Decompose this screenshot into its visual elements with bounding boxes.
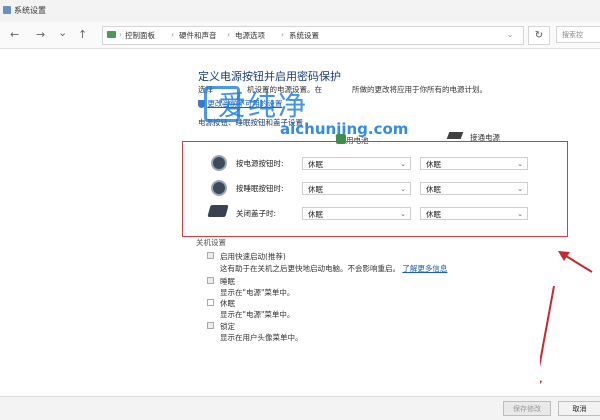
chevron-down-icon: ⌄	[517, 210, 523, 218]
sleep-button-plugged-select[interactable]: 休眠 ⌄	[420, 182, 528, 195]
title-bar: 系统设置	[0, 0, 600, 22]
breadcrumb-item-0[interactable]: 控制面板	[125, 30, 155, 41]
select-value: 休眠	[426, 185, 441, 194]
power-button-battery-select[interactable]: 休眠 ⌄	[302, 157, 411, 170]
arrow-to-save	[540, 285, 555, 385]
address-bar[interactable]: › 控制面板 › 硬件和声音 › 电源选项 › 系统设置 ⌄	[102, 26, 524, 45]
breadcrumb-item-2[interactable]: 电源选项	[235, 30, 265, 41]
plug-icon	[446, 132, 464, 139]
chevron-icon: ›	[171, 30, 174, 39]
sleep-button-battery-select[interactable]: 休眠 ⌄	[302, 182, 411, 195]
breadcrumb-item-3[interactable]: 系统设置	[289, 30, 319, 41]
sleep-button-icon	[211, 180, 227, 196]
page-title: 定义电源按钮并启用密码保护	[198, 70, 341, 83]
breadcrumb-item-1[interactable]: 硬件和声音	[179, 30, 217, 41]
select-value: 休眠	[308, 160, 323, 169]
chevron-icon: ›	[119, 30, 122, 39]
row-label-sleep: 按睡眠按钮时:	[236, 184, 284, 193]
fast-startup-label: 启用快速启动(推荐)	[220, 252, 286, 261]
select-value: 休眠	[308, 185, 323, 194]
chevron-down-icon: ⌄	[517, 160, 523, 168]
dropdown-chevron-icon[interactable]: ⌄	[507, 30, 513, 39]
refresh-button[interactable]: ↻	[528, 26, 550, 45]
lock-description: 显示在用户头像菜单中。	[220, 333, 303, 342]
sleep-label: 睡眠	[220, 277, 235, 286]
intro-text-right: 所做的更改将应用于你所有的电源计划。	[352, 85, 487, 94]
chevron-icon: ›	[227, 30, 230, 39]
sleep-checkbox[interactable]	[207, 277, 214, 284]
navigation-bar: ← → ⌄ ↑ › 控制面板 › 硬件和声音 › 电源选项 › 系统设置 ⌄ ↻…	[0, 22, 600, 49]
learn-more-link[interactable]: 了解更多信息	[402, 264, 447, 273]
select-value: 休眠	[426, 210, 441, 219]
forward-icon[interactable]: →	[36, 28, 45, 41]
save-changes-button[interactable]: 保存修改	[503, 401, 551, 416]
arrow-to-box	[558, 251, 593, 273]
shutdown-settings-title: 关机设置	[196, 238, 226, 247]
recent-locations-icon[interactable]: ⌄	[58, 26, 67, 39]
fast-startup-desc-text: 这有助于在关机之后更快地启动电脑。不会影响重启。	[220, 264, 400, 273]
chevron-down-icon: ⌄	[400, 160, 406, 168]
fast-startup-description: 这有助于在关机之后更快地启动电脑。不会影响重启。 了解更多信息	[220, 263, 447, 274]
window-icon	[3, 6, 11, 14]
hibernate-label: 休眠	[220, 299, 235, 308]
lid-close-plugged-select[interactable]: 休眠 ⌄	[420, 207, 528, 220]
power-button-icon	[211, 155, 227, 171]
select-value: 休眠	[426, 160, 441, 169]
watermark-text: 爱纯净	[218, 89, 309, 122]
window-title: 系统设置	[14, 6, 46, 15]
lock-checkbox[interactable]	[207, 322, 214, 329]
chevron-down-icon: ⌄	[400, 185, 406, 193]
row-label-lid: 关闭盖子时:	[236, 209, 277, 218]
chevron-down-icon: ⌄	[400, 210, 406, 218]
fast-startup-checkbox[interactable]	[207, 252, 214, 259]
up-icon[interactable]: ↑	[78, 28, 87, 41]
hibernate-checkbox[interactable]	[207, 299, 214, 306]
laptop-lid-icon	[207, 205, 229, 217]
lock-label: 锁定	[220, 322, 235, 331]
lid-close-battery-select[interactable]: 休眠 ⌄	[302, 207, 411, 220]
back-icon[interactable]: ←	[10, 28, 19, 41]
select-value: 休眠	[308, 210, 323, 219]
search-input[interactable]: 搜索控	[556, 26, 600, 43]
chevron-down-icon: ⌄	[517, 185, 523, 193]
cancel-button[interactable]: 取消	[558, 401, 600, 416]
annotation-arrows	[540, 251, 593, 385]
chevron-icon: ›	[281, 30, 284, 39]
hibernate-description: 显示在"电源"菜单中。	[220, 310, 295, 319]
address-folder-icon	[107, 31, 116, 38]
sleep-description: 显示在"电源"菜单中。	[220, 288, 295, 297]
row-label-power: 按电源按钮时:	[236, 159, 284, 168]
power-button-plugged-select[interactable]: 休眠 ⌄	[420, 157, 528, 170]
